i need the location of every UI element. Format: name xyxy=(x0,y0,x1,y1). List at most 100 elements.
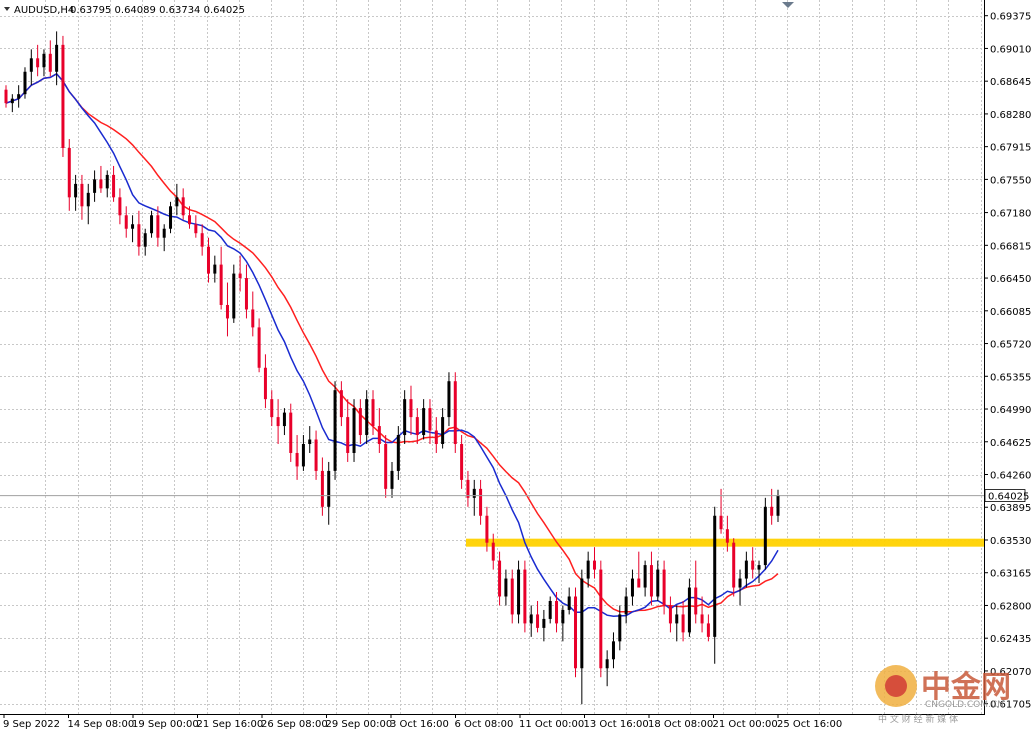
candle-body-down xyxy=(706,623,710,637)
price-tick-label: 0.66450 xyxy=(990,274,1031,285)
price-tick-label: 0.62435 xyxy=(990,634,1031,645)
candle-body-down xyxy=(270,399,274,418)
candle-body-down xyxy=(238,273,242,279)
candle-body-down xyxy=(681,614,685,633)
price-tick-label: 0.64260 xyxy=(990,471,1031,482)
price-tick-label: 0.64625 xyxy=(990,438,1031,449)
candle-body-down xyxy=(694,587,698,615)
candle-body-up xyxy=(17,94,21,99)
moving-averages xyxy=(5,72,779,618)
candle-body-down xyxy=(498,560,502,597)
candle-body-up xyxy=(447,381,451,418)
candle-body-up xyxy=(169,206,173,229)
candle-body-up xyxy=(687,587,691,633)
current-price-value: 0.64025 xyxy=(988,492,1029,503)
candle-body-up xyxy=(365,399,369,436)
candle-body-up xyxy=(580,578,584,669)
candle-body-up xyxy=(23,71,27,95)
candle-body-up xyxy=(403,399,407,436)
candle-body-up xyxy=(567,596,571,610)
price-tick-label: 0.64990 xyxy=(990,405,1031,416)
candle-body-up xyxy=(232,273,236,319)
watermark-subtitle: 中 文 财 经 新 媒 体 xyxy=(878,713,958,725)
time-tick-label: 3 Oct 16:00 xyxy=(390,719,449,730)
price-tick-label: 0.69010 xyxy=(990,44,1031,55)
candle-body-down xyxy=(555,600,559,624)
candle-body-down xyxy=(200,233,204,247)
scroll-marker-icon[interactable] xyxy=(782,2,794,8)
candle-body-down xyxy=(263,367,267,400)
price-tick-label: 0.69375 xyxy=(990,12,1031,23)
chart-canvas[interactable]: AUDUSD,H4 0.63795 0.64089 0.63734 0.6402… xyxy=(0,0,1032,736)
candle-body-down xyxy=(61,44,65,149)
candle-body-down xyxy=(725,529,729,543)
price-tick-label: 0.62800 xyxy=(990,601,1031,612)
candle-body-up xyxy=(143,233,147,247)
candle-body-down xyxy=(770,506,774,516)
candle-body-up xyxy=(352,408,356,453)
chevron-down-icon[interactable] xyxy=(4,7,10,11)
price-axis[interactable]: 0.69375 0.69010 0.68645 0.68280 0.67915 0.675… xyxy=(984,12,1031,711)
candle-body-down xyxy=(48,53,52,72)
candle-body-down xyxy=(289,412,293,453)
candle-body-down xyxy=(346,417,350,453)
candle-body-up xyxy=(213,264,217,274)
candle-body-down xyxy=(251,309,255,328)
candle-body-down xyxy=(371,399,375,427)
candle-body-down xyxy=(295,452,299,467)
price-tick-label: 0.66085 xyxy=(990,307,1031,318)
candle-body-down xyxy=(219,264,223,305)
candle-body-up xyxy=(757,565,761,570)
candle-body-up xyxy=(542,618,546,628)
candle-body-up xyxy=(611,641,615,660)
candle-body-down xyxy=(453,381,457,445)
watermark-url: CNGOLD.COM.CN xyxy=(925,700,1004,710)
candle-body-down xyxy=(181,197,185,216)
candle-body-down xyxy=(188,215,192,225)
candle-body-up xyxy=(74,183,78,198)
candle-body-up xyxy=(162,228,166,238)
candle-body-up xyxy=(643,565,647,588)
candle-body-up xyxy=(738,578,742,588)
candles xyxy=(4,31,780,705)
candle-body-up xyxy=(605,659,609,669)
candle-body-up xyxy=(517,569,521,615)
candle-body-down xyxy=(700,614,704,624)
price-tick-label: 0.67180 xyxy=(990,209,1031,220)
trading-chart-window[interactable]: AUDUSD,H4 0.63795 0.64089 0.63734 0.6402… xyxy=(0,0,1032,736)
candle-body-up xyxy=(29,58,33,72)
time-tick-label: 26 Sep 08:00 xyxy=(261,719,328,730)
time-tick-label: 25 Oct 16:00 xyxy=(777,719,842,730)
candle-body-up xyxy=(327,470,331,507)
candle-body-up xyxy=(472,488,476,498)
candle-body-up xyxy=(105,174,109,189)
candle-body-down xyxy=(599,569,603,669)
candle-body-down xyxy=(485,515,489,543)
candle-body-up xyxy=(675,614,679,624)
candle-body-down xyxy=(320,470,324,507)
time-tick-label: 19 Sep 00:00 xyxy=(132,719,199,730)
candle-body-up xyxy=(390,470,394,489)
candle-body-up xyxy=(548,600,552,619)
time-axis[interactable]: 9 Sep 2022 14 Sep 08:0019 Sep 00:0021 Sep… xyxy=(3,714,842,730)
candle-body-up xyxy=(10,98,14,104)
price-tick-label: 0.67915 xyxy=(990,143,1031,154)
candle-body-down xyxy=(225,304,229,319)
price-tick-label: 0.68280 xyxy=(990,110,1031,121)
candle-body-up xyxy=(131,224,135,229)
price-tick-label: 0.63165 xyxy=(990,569,1031,580)
candle-body-up xyxy=(175,197,179,207)
price-tick-label: 0.68645 xyxy=(990,77,1031,88)
time-tick-label: 11 Oct 00:00 xyxy=(519,719,584,730)
price-tick-label: 0.63530 xyxy=(990,536,1031,547)
candle-body-down xyxy=(36,58,40,68)
candle-body-down xyxy=(206,246,210,274)
support-level-band[interactable] xyxy=(466,538,984,547)
candle-body-down xyxy=(409,399,413,418)
candle-body-down xyxy=(137,224,141,247)
ohlc-readout: 0.63795 0.64089 0.63734 0.64025 xyxy=(70,5,245,16)
candle-body-down xyxy=(732,542,736,588)
candle-body-down xyxy=(276,417,280,427)
candle-body-down xyxy=(751,560,755,570)
candle-body-down xyxy=(257,327,261,368)
